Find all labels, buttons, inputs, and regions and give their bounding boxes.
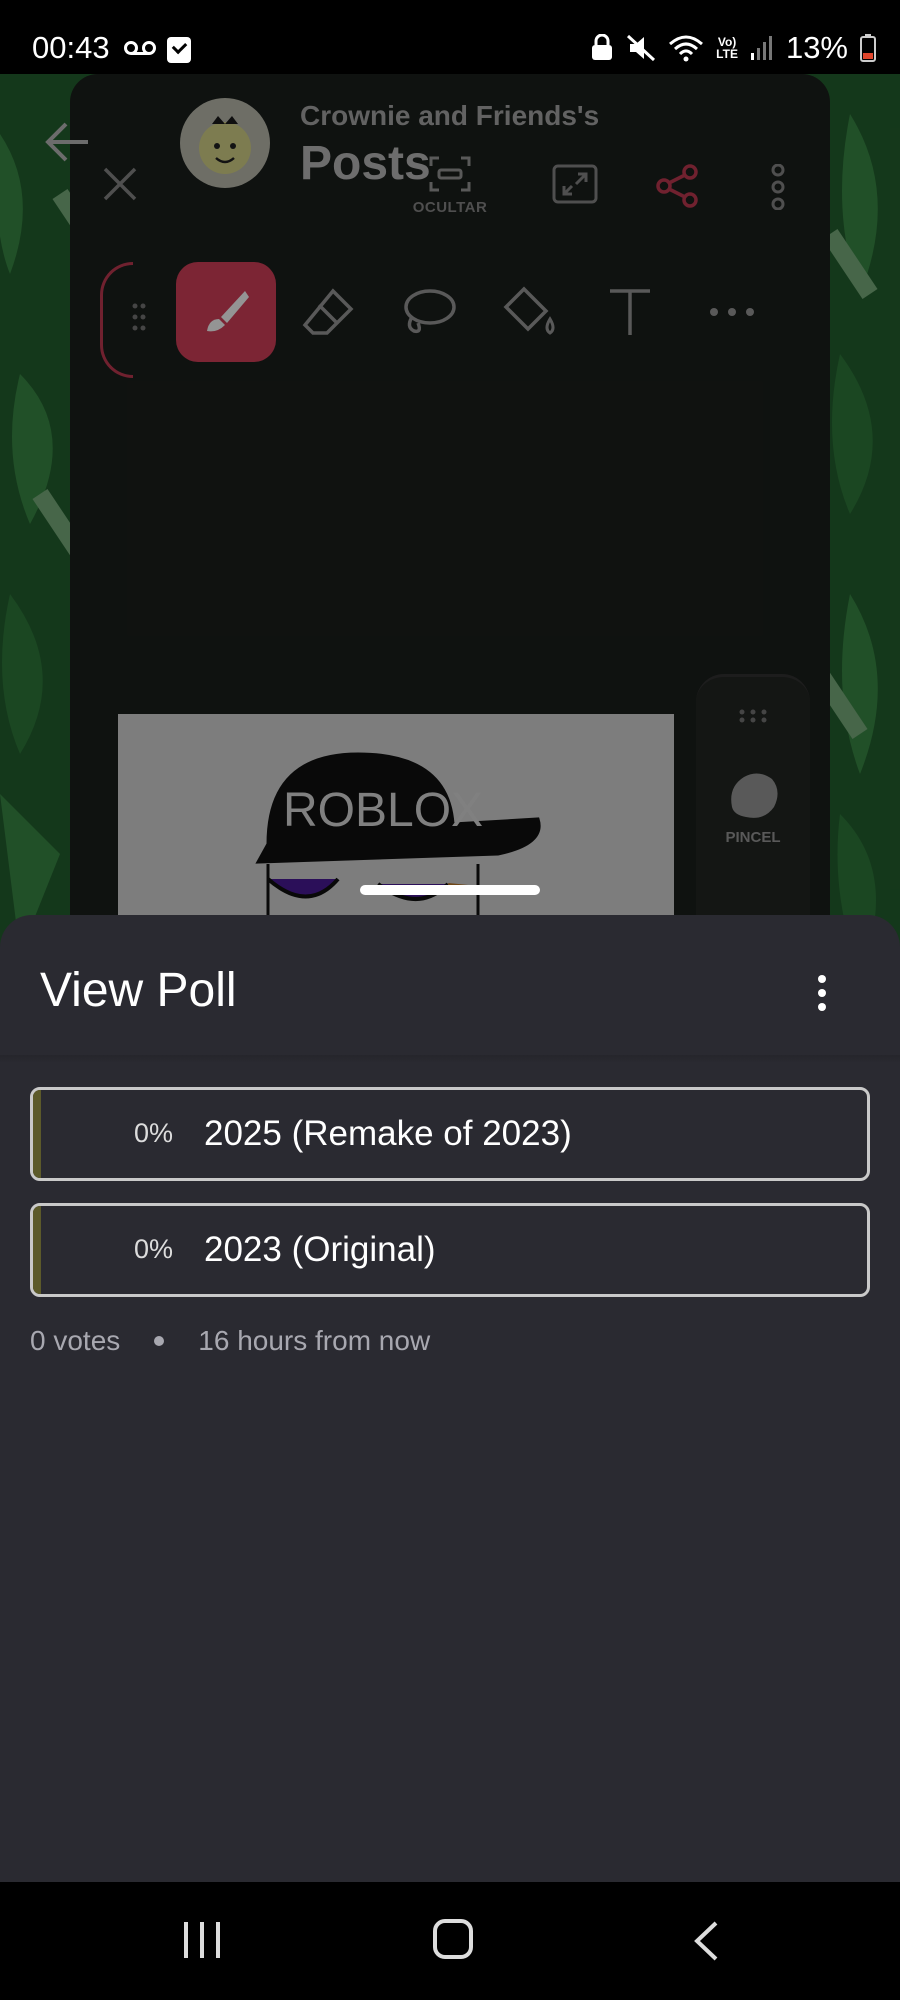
view-poll-sheet: View Poll 0% 2025 (Remake of 2023) 0% 20… (0, 885, 900, 1882)
status-bar: 00:43 Vo) LTE 13% (0, 0, 900, 74)
status-right-group: Vo) LTE 13% (590, 30, 876, 66)
separator-dot (154, 1336, 165, 1346)
sheet-drag-handle[interactable] (360, 885, 540, 895)
system-nav-bar (0, 1882, 900, 2000)
back-icon[interactable] (692, 1920, 720, 1962)
option-label: 2025 (Remake of 2023) (204, 1114, 572, 1153)
battery-percent: 13% (785, 30, 848, 65)
time-remaining: 16 hours from now (198, 1325, 431, 1356)
sheet-divider (0, 1055, 900, 1063)
status-time: 00:43 (32, 30, 110, 65)
mute-icon (627, 34, 656, 62)
poll-option[interactable]: 0% 2025 (Remake of 2023) (30, 1087, 870, 1181)
poll-meta: 0 votes 16 hours from now (30, 1325, 430, 1357)
battery-icon (860, 34, 876, 62)
lock-icon (592, 34, 613, 60)
signal-icon (750, 36, 772, 60)
lte-indicator: Vo) LTE (716, 36, 738, 60)
lte-label-bottom: LTE (716, 47, 738, 61)
poll-option[interactable]: 0% 2023 (Original) (30, 1203, 870, 1297)
home-icon[interactable] (432, 1918, 474, 1960)
option-fill-bar (33, 1206, 41, 1294)
option-fill-bar (33, 1090, 41, 1178)
option-percent: 0% (133, 1118, 173, 1148)
more-options-icon[interactable] (812, 973, 832, 1013)
option-percent: 0% (133, 1234, 173, 1264)
option-label: 2023 (Original) (204, 1230, 436, 1269)
poll-options: 0% 2025 (Remake of 2023) 0% 2023 (Origin… (30, 1087, 870, 1319)
vote-count: 0 votes (30, 1325, 121, 1356)
wifi-icon (669, 35, 704, 62)
sheet-title: View Poll (40, 964, 237, 1017)
recent-apps-icon[interactable] (182, 1920, 222, 1960)
voicemail-icon (124, 41, 156, 55)
background-dim-overlay[interactable] (0, 74, 900, 974)
checkbox-icon (167, 37, 191, 63)
